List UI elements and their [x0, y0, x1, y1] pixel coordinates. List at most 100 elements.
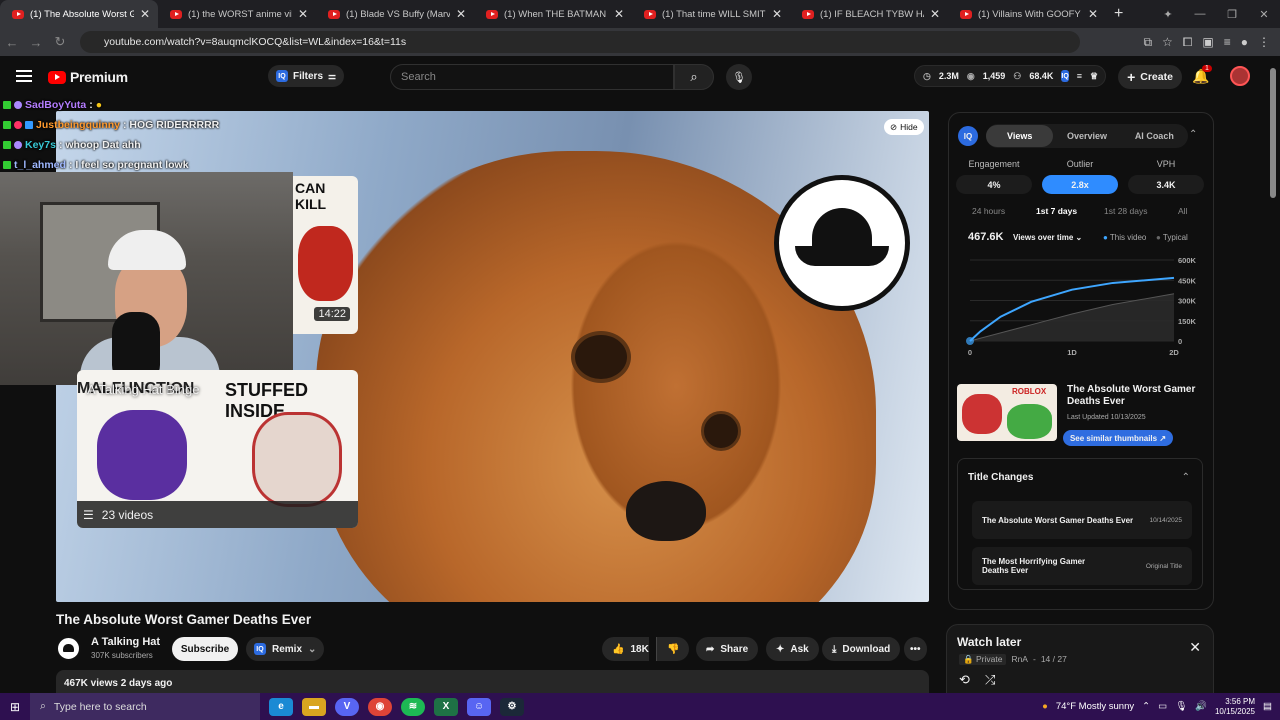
browser-menu-icon[interactable]: ⋮	[1258, 35, 1270, 49]
channel-stats-pill[interactable]: ◷ 2.3M ◉ 1,459 ⚇ 68.4K IQ ≡ ♕	[914, 65, 1106, 87]
filters-button[interactable]: IQ Filters ⚌	[268, 65, 345, 87]
hide-button[interactable]: ⊘ Hide	[884, 119, 924, 135]
collapse-chevron-icon[interactable]: ⌃	[1182, 472, 1190, 483]
download-button[interactable]: ⤓ Download	[822, 637, 901, 661]
weather-text[interactable]: 74°F Mostly sunny	[1056, 701, 1134, 712]
sliders-icon: ⚌	[328, 70, 337, 81]
tray-chevron-icon[interactable]: ⌃	[1142, 701, 1150, 712]
extensions-icon[interactable]: ⧠	[1183, 35, 1193, 50]
volume-icon[interactable]: 🔊	[1195, 701, 1207, 712]
tab-views[interactable]: Views	[986, 125, 1054, 147]
close-tab-icon[interactable]: ✕	[456, 7, 466, 21]
close-tab-icon[interactable]: ✕	[1088, 7, 1098, 21]
close-tab-icon[interactable]: ✕	[772, 7, 782, 21]
taskbar-search[interactable]: ⌕ Type here to search	[30, 693, 260, 720]
related-title: The Absolute Worst Gamer Deaths Ever	[1067, 384, 1196, 407]
app-v-icon[interactable]: V	[335, 697, 359, 716]
minimize-icon[interactable]: —	[1184, 8, 1216, 20]
bookmark-star-icon[interactable]: ☆	[1162, 35, 1173, 49]
playlist-owner[interactable]: RnA	[1011, 654, 1028, 665]
like-button[interactable]: 👍 18K	[602, 637, 649, 661]
clock[interactable]: 3:56 PM 10/15/2025	[1215, 697, 1255, 717]
network-icon[interactable]: ▭	[1158, 701, 1167, 712]
windows-start-icon[interactable]: ⊞	[0, 700, 30, 714]
subscribe-button[interactable]: Subscribe	[172, 637, 238, 661]
related-thumbnail[interactable]: ROBLOX	[957, 384, 1057, 441]
back-icon[interactable]: ←	[0, 35, 24, 50]
create-button[interactable]: + Create	[1118, 65, 1182, 89]
tab-overview[interactable]: Overview	[1053, 125, 1120, 147]
notification-center-icon[interactable]: ▤	[1263, 701, 1272, 712]
metric-value[interactable]: 2.8x	[1042, 175, 1118, 194]
browser-tab[interactable]: (1) That time WILL SMITH was ✕	[632, 0, 790, 28]
close-icon[interactable]: ✕	[1189, 639, 1201, 656]
profile-icon[interactable]: ●	[1241, 35, 1248, 49]
browser-tab[interactable]: (1) Blade VS Buffy (Marvel VS ✕	[316, 0, 474, 28]
discord-icon[interactable]: ☺	[467, 697, 491, 716]
account-avatar[interactable]	[1230, 66, 1250, 86]
spotify-icon[interactable]: ≋	[401, 697, 425, 716]
cast-icon[interactable]: ⧉	[1143, 35, 1152, 50]
browser-tab[interactable]: (1) the WORST anime villain of ✕	[158, 0, 316, 28]
edge-icon[interactable]: e	[269, 697, 293, 716]
share-button[interactable]: ➦ Share	[696, 637, 759, 661]
page-scrollbar[interactable]	[1270, 68, 1276, 198]
range-option[interactable]: 24 hours	[972, 206, 1005, 216]
browser-tab[interactable]: (1) When THE BATMAN STOPP ✕	[474, 0, 632, 28]
notifications-button[interactable]: 🔔 1	[1192, 65, 1212, 85]
chat-username: Justbeingquinny	[36, 119, 120, 131]
forward-icon[interactable]: →	[24, 35, 48, 50]
ask-button[interactable]: ✦ Ask	[766, 637, 819, 661]
more-actions-button[interactable]: •••	[904, 637, 927, 661]
list-icon[interactable]: ≡	[1077, 71, 1082, 81]
excel-icon[interactable]: X	[434, 697, 458, 716]
close-tab-icon[interactable]: ✕	[930, 7, 940, 21]
description-box[interactable]: 467K views 2 days ago	[56, 670, 929, 694]
see-similar-thumbnails-button[interactable]: See similar thumbnails ↗	[1063, 430, 1173, 446]
youtube-logo[interactable]: Premium	[48, 69, 128, 85]
chat-message: Justbeingquinny: HOG RIDERRRRR	[0, 115, 300, 135]
close-tab-icon[interactable]: ✕	[614, 7, 624, 21]
metric-value[interactable]: 4%	[956, 175, 1032, 194]
dislike-button[interactable]: 👎	[656, 637, 690, 661]
range-option[interactable]: 1st 28 days	[1104, 206, 1147, 216]
channel-avatar[interactable]	[56, 636, 81, 661]
collapse-chevron-icon[interactable]: ⌃	[1189, 129, 1197, 140]
file-explorer-icon[interactable]: ▬	[302, 697, 326, 716]
browser-tab[interactable]: (1) The Absolute Worst Gamer ✕	[0, 0, 158, 28]
trophy-icon[interactable]: ♕	[1090, 71, 1098, 82]
video-thumbnail[interactable]: CAN KILL 14:22	[293, 176, 358, 334]
playlist-title[interactable]: Watch later	[957, 635, 1021, 649]
remix-button[interactable]: IQ Remix ⌄	[246, 637, 325, 661]
tab-ai-coach[interactable]: AI Coach	[1121, 125, 1188, 147]
reload-icon[interactable]: ↻	[48, 34, 72, 50]
close-tab-icon[interactable]: ✕	[298, 7, 308, 21]
iq-icon[interactable]: IQ	[1061, 70, 1069, 82]
url-field[interactable]: youtube.com/watch?v=8auqmclKOCQ&list=WL&…	[80, 31, 1080, 53]
browser-tab[interactable]: (1) Villains With GOOFY AH Po ✕	[948, 0, 1106, 28]
range-option[interactable]: 1st 7 days	[1036, 206, 1077, 216]
new-tab-button[interactable]: +	[1106, 5, 1131, 23]
browser-tab[interactable]: (1) IF BLEACH TYBW HAD TOX ✕	[790, 0, 948, 28]
voice-search-button[interactable]: 🎙	[726, 64, 752, 90]
close-tab-icon[interactable]: ✕	[140, 7, 150, 21]
metric-value[interactable]: 3.4K	[1128, 175, 1204, 194]
steam-icon[interactable]: ⚙	[500, 697, 524, 716]
extensions-star-icon[interactable]: ✦	[1152, 8, 1184, 21]
microphone-icon[interactable]: 🎙	[1175, 701, 1187, 712]
hamburger-menu-icon[interactable]	[16, 70, 32, 82]
search-button[interactable]: ⌕	[674, 64, 714, 90]
shuffle-icon[interactable]: ⤮	[985, 672, 995, 688]
chrome-icon[interactable]: ◉	[368, 697, 392, 716]
range-option[interactable]: All	[1178, 206, 1187, 216]
reading-list-icon[interactable]: ≡	[1224, 35, 1231, 49]
close-window-icon[interactable]: ✕	[1248, 8, 1280, 21]
playlist-thumbnail[interactable]: MALFUNCTION STUFFED INSIDE A Talking Hat…	[77, 370, 358, 528]
loop-icon[interactable]: ⟲	[959, 672, 970, 688]
search-input[interactable]: Search	[390, 64, 674, 90]
sidebar-icon[interactable]: ▣	[1202, 35, 1213, 49]
restore-icon[interactable]: ❐	[1216, 8, 1248, 21]
channel-name[interactable]: A Talking Hat	[91, 636, 160, 648]
taskbar-search-placeholder: Type here to search	[53, 700, 147, 713]
chart-svg: 600K 450K 300K 150K 0 0 1D 2D	[966, 256, 1197, 357]
